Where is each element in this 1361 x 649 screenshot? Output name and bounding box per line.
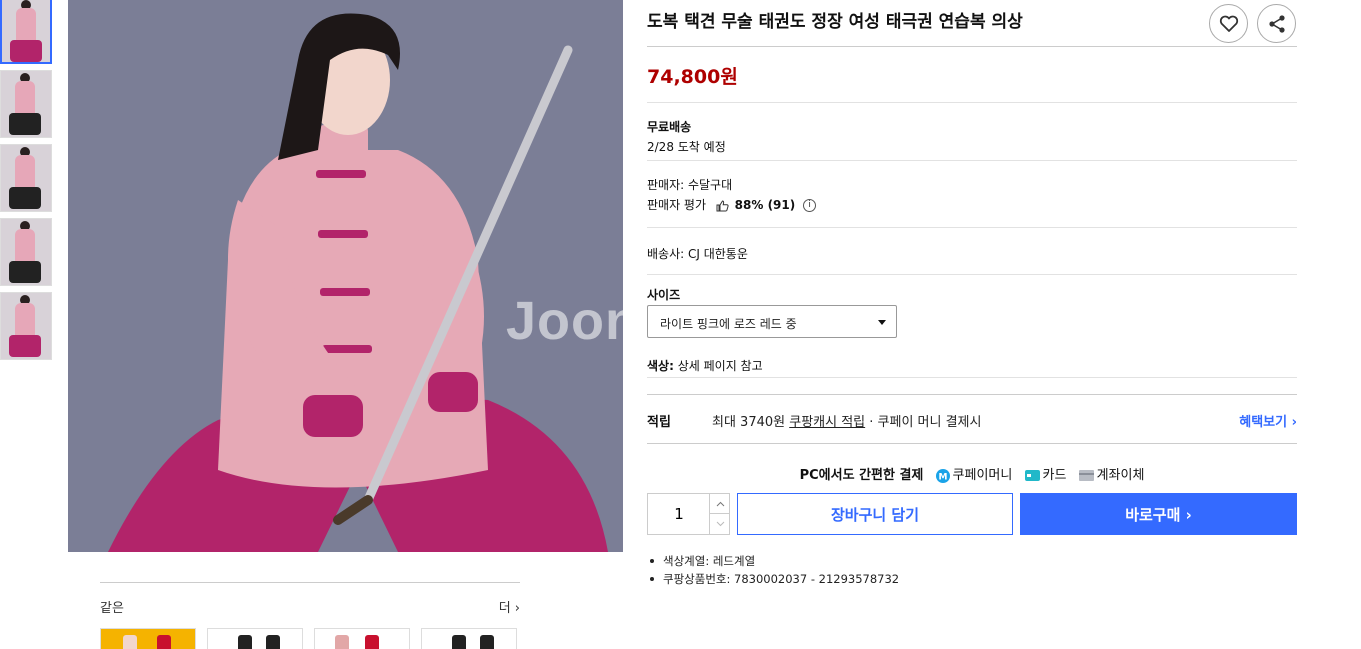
thumbnail-5[interactable] (0, 292, 52, 360)
size-select[interactable]: 라이트 핑크에 로즈 레드 중 (647, 305, 897, 338)
product-details-list: 색상계열: 레드계열 쿠팡상품번호: 7830002037 - 21293578… (647, 552, 899, 588)
thumbnail-2[interactable] (0, 70, 52, 138)
benefit-link[interactable]: 혜택보기 › (1239, 411, 1297, 430)
divider (647, 160, 1297, 161)
thumbs-up-icon (716, 199, 729, 211)
pc-payment-label: PC에서도 간편한 결제 (799, 468, 924, 483)
product-price: 74,800원 (647, 66, 738, 88)
thumbnail-3[interactable] (0, 144, 52, 212)
heart-icon (1219, 15, 1238, 32)
card-icon (1024, 470, 1040, 481)
arrival-date: 2/28 도착 예정 (647, 140, 726, 154)
payment-method-bank: 계좌이체 (1096, 468, 1145, 483)
same-product-3[interactable] (314, 628, 410, 649)
reward-label: 적립 (647, 415, 671, 430)
share-icon (1268, 14, 1285, 33)
chevron-down-icon (878, 320, 886, 325)
same-products-more-link[interactable]: 더 › (499, 597, 520, 616)
info-icon[interactable]: i (803, 199, 817, 212)
color-label: 색상: (647, 359, 674, 373)
payment-methods: PC에서도 간편한 결제 M 쿠페이머니 카드 계좌이체 (647, 464, 1297, 483)
seller-name: 판매자: 수달구대 (647, 178, 733, 192)
product-info-panel: 도복 택견 무술 태권도 정장 여성 태극권 연습복 의상 74,800원 무료… (647, 0, 1297, 586)
same-products-section: 같은 더 › (100, 582, 520, 649)
seller-rating-label: 판매자 평가 (647, 198, 707, 212)
coupay-money-icon: M (935, 468, 950, 483)
payment-method-coupay: 쿠페이머니 (952, 468, 1013, 483)
detail-product-number: 쿠팡상품번호: 7830002037 - 21293578732 (647, 570, 899, 588)
quantity-input[interactable] (648, 494, 710, 534)
main-product-image: Joon (68, 0, 623, 552)
product-title: 도복 택견 무술 태권도 정장 여성 태극권 연습복 의상 (647, 12, 1023, 32)
wishlist-button[interactable] (1209, 4, 1248, 43)
seller-rating: 판매자 평가 88% (91) i (647, 196, 817, 213)
same-product-1[interactable] (100, 628, 196, 649)
divider (647, 377, 1297, 378)
svg-text:M: M (938, 472, 947, 482)
thumbnail-1[interactable] (0, 0, 52, 64)
coupang-cash-link[interactable]: 쿠팡캐시 적립 (789, 415, 865, 430)
chevron-down-icon (716, 521, 724, 527)
reward-row: 적립 최대 3740원 쿠팡캐시 적립 · 쿠페이 머니 결제시 혜택보기 › (647, 394, 1297, 444)
color-info: 색상: 상세 페이지 참고 (647, 357, 763, 374)
divider (647, 227, 1297, 228)
quantity-stepper (647, 493, 730, 535)
size-selected-value: 라이트 핑크에 로즈 레드 중 (660, 317, 797, 331)
color-value: 상세 페이지 참고 (677, 359, 763, 373)
same-products-label: 같은 (100, 601, 124, 616)
seller-rating-value: 88% (91) (734, 198, 796, 212)
shipping-label: 무료배송 (647, 120, 692, 134)
divider (647, 274, 1297, 275)
thumbnail-4[interactable] (0, 218, 52, 286)
quantity-decrease-button[interactable] (709, 514, 730, 534)
bank-transfer-icon (1078, 470, 1094, 481)
image-watermark: Joon (506, 291, 623, 351)
share-button[interactable] (1257, 4, 1296, 43)
same-product-2[interactable] (207, 628, 303, 649)
thumbnail-list (0, 0, 52, 366)
product-photo-illustration (68, 0, 623, 552)
same-product-4[interactable] (421, 628, 517, 649)
detail-color-family: 색상계열: 레드계열 (647, 552, 899, 570)
add-to-cart-button[interactable]: 장바구니 담기 (737, 493, 1013, 535)
divider (647, 102, 1297, 103)
carrier-info: 배송사: CJ 대한통운 (647, 247, 748, 261)
reward-text: 최대 3740원 쿠팡캐시 적립 · 쿠페이 머니 결제시 (712, 415, 982, 430)
quantity-increase-button[interactable] (709, 494, 730, 514)
size-label: 사이즈 (647, 288, 681, 302)
payment-method-card: 카드 (1042, 468, 1067, 483)
chevron-up-icon (716, 501, 724, 506)
buy-now-button[interactable]: 바로구매 › (1020, 493, 1297, 535)
